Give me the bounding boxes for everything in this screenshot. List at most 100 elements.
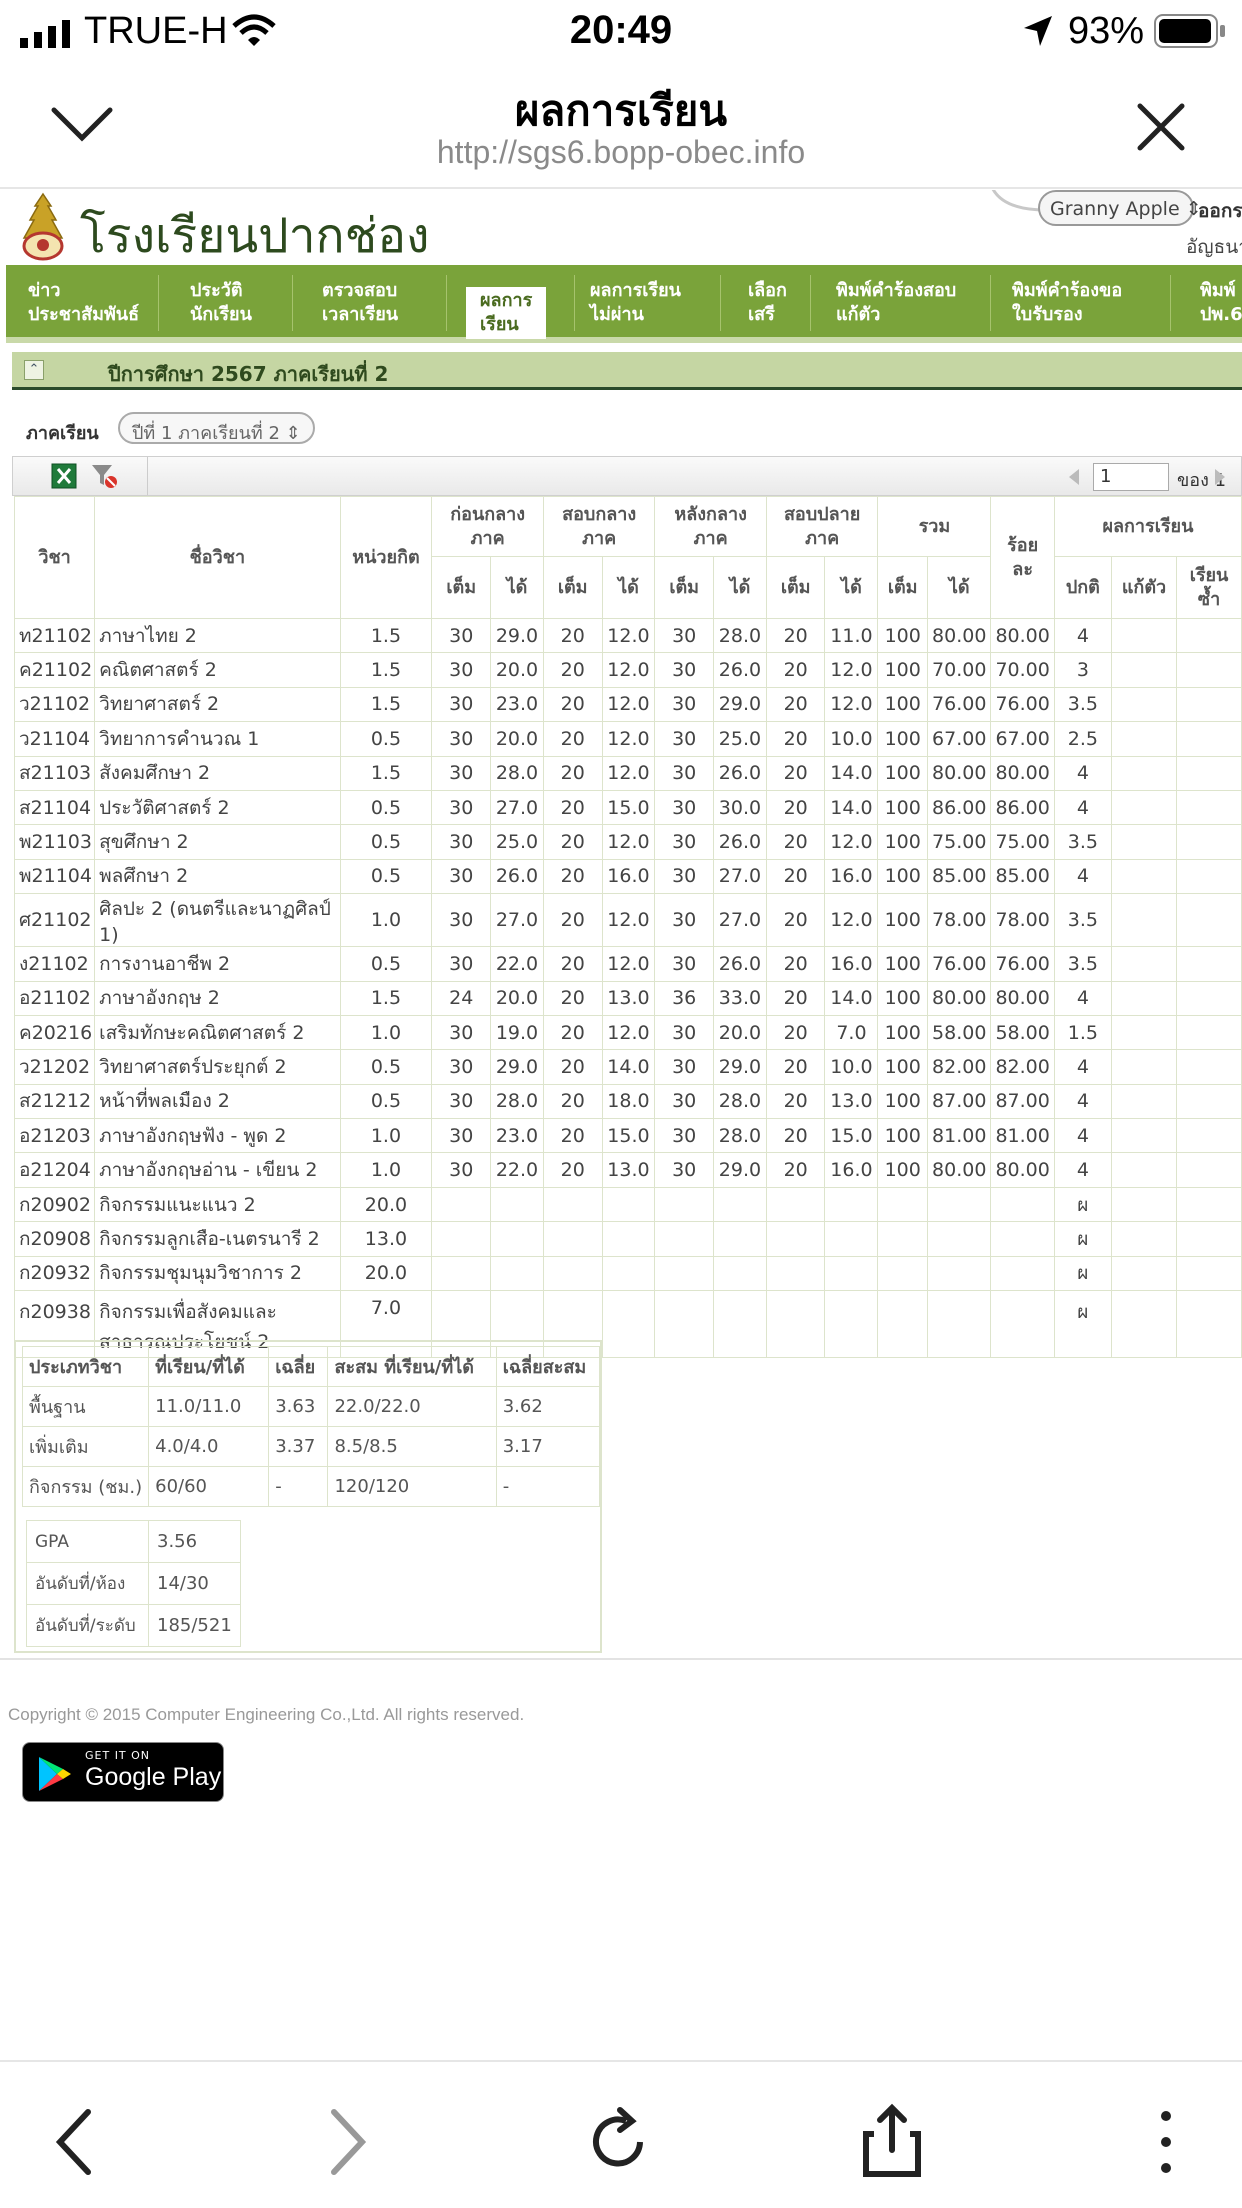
grade-cell: 4 <box>1053 858 1112 895</box>
grade-row: ท21102 ภาษาไทย 2 1.5 30 29.0 20 12.0 30 28.0 20 11… <box>13 617 1242 654</box>
next-page-icon[interactable] <box>1213 467 1227 487</box>
grade-cell: 30 <box>431 1014 492 1051</box>
subject-code: ง21102 <box>13 946 96 982</box>
grade-cell: 4 <box>1053 1118 1112 1154</box>
empty-cell <box>1110 721 1178 757</box>
nav-item-elective[interactable]: เลือก เสรี <box>748 279 787 327</box>
grade-cell: 30 <box>654 617 714 654</box>
subject-name: วิทยาศาสตร์ 2 <box>94 686 341 723</box>
nav-item-print-pp6[interactable]: พิมพ์ ปพ.6 <box>1200 279 1242 327</box>
grade-cell: 25.0 <box>490 824 544 860</box>
location-arrow-icon <box>1024 16 1052 46</box>
grade-cell: 70.00 <box>990 652 1055 688</box>
grade-cell: 20.0 <box>490 721 544 757</box>
clear-filter-icon[interactable] <box>89 461 119 491</box>
more-menu-icon[interactable] <box>1126 2102 1206 2182</box>
gpa-value: 3.56 <box>148 1520 241 1563</box>
grade-cell <box>877 1186 929 1223</box>
grade-cell: 86.00 <box>927 789 992 826</box>
summary-value: 22.0/22.0 <box>327 1386 497 1427</box>
content-divider <box>0 1658 1242 1660</box>
grade-cell: 75.00 <box>990 824 1055 860</box>
gpa-label: GPA <box>26 1520 149 1563</box>
grade-cell: 29.0 <box>713 1152 767 1188</box>
grade-cell: 11.0 <box>824 617 879 654</box>
subject-name: ภาษาอังกฤษอ่าน - เขียน 2 <box>94 1152 341 1188</box>
google-play-badge[interactable]: GET IT ON Google Play <box>22 1742 224 1802</box>
empty-cell <box>1110 1152 1178 1188</box>
page-number-input[interactable]: 1 <box>1093 463 1169 491</box>
nav-item-attendance[interactable]: ตรวจสอบ เวลาเรียน <box>322 279 398 327</box>
grade-cell: 100 <box>877 858 929 895</box>
nav-item-news[interactable]: ข่าว ประชาสัมพันธ์ <box>28 279 139 327</box>
empty-cell <box>1176 1221 1242 1257</box>
grade-cell <box>490 1221 544 1257</box>
summary-value: - <box>495 1466 601 1507</box>
nav-item-print-retest[interactable]: พิมพ์คำร้องสอบ แก้ตัว <box>836 279 956 327</box>
nav-item-failed[interactable]: ผลการเรียน ไม่ผ่าน <box>590 279 681 327</box>
empty-cell <box>1176 1118 1242 1154</box>
grade-cell: 4 <box>1053 789 1112 826</box>
summary-header: ที่เรียน/ที่ได้ <box>148 1346 270 1387</box>
battery-percent: 93% <box>1068 10 1145 52</box>
grade-cell: 80.00 <box>990 1152 1055 1188</box>
grade-cell: 30 <box>431 1118 492 1154</box>
grade-cell <box>431 1255 492 1292</box>
close-icon[interactable] <box>1136 102 1186 152</box>
nav-item-grades[interactable]: ผลการ เรียน <box>466 287 547 339</box>
logout-link[interactable]: ออกร <box>1198 196 1242 226</box>
excel-export-icon[interactable] <box>49 461 79 491</box>
grid-toolbar: 1 ของ 1 <box>12 456 1242 496</box>
summary-value: 3.63 <box>268 1386 329 1427</box>
academic-year-label: ปีการศึกษา 2567 ภาคเรียนที่ 2 <box>108 362 389 386</box>
grade-cell: 0.5 <box>339 858 433 895</box>
term-select[interactable]: ปีที่ 1 ภาคเรียนที่ 2 ⇕ <box>118 412 315 444</box>
nav-divider <box>446 275 447 331</box>
grade-row: ว21104 วิทยาการคำนวณ 1 0.5 30 20.0 20 12.0 30 25… <box>13 721 1242 757</box>
forward-icon[interactable] <box>306 2102 386 2182</box>
share-icon[interactable] <box>852 2102 932 2182</box>
grade-cell: 1.0 <box>339 893 433 948</box>
empty-cell <box>1176 1083 1242 1120</box>
user-select[interactable]: Granny Apple ⇕ <box>1038 190 1202 226</box>
browser-bottom-bar <box>0 2060 1242 2208</box>
back-icon[interactable] <box>36 2102 116 2182</box>
prev-page-icon[interactable] <box>1067 467 1081 487</box>
grade-cell: 100 <box>877 721 929 757</box>
grade-cell: 13.0 <box>601 980 656 1016</box>
grade-cell: 20 <box>542 1152 603 1188</box>
grade-row: ส21103 สังคมศึกษา 2 1.5 30 28.0 20 12.0 30 26.0 2… <box>13 755 1242 791</box>
subject-code: อ21102 <box>13 980 96 1016</box>
grade-cell: 10.0 <box>824 1049 879 1085</box>
grade-cell: 82.00 <box>990 1049 1055 1085</box>
subject-name: ภาษาไทย 2 <box>94 617 341 654</box>
grade-cell: 100 <box>877 1049 929 1085</box>
grade-cell <box>765 1290 826 1359</box>
grade-cell <box>877 1255 929 1292</box>
subject-name: ภาษาอังกฤษฟัง - พูด 2 <box>94 1118 341 1154</box>
term-label: ภาคเรียน <box>26 423 99 444</box>
grade-cell: 29.0 <box>713 686 767 723</box>
grade-cell: 87.00 <box>990 1083 1055 1120</box>
grade-cell: 27.0 <box>713 858 767 895</box>
reload-icon[interactable] <box>580 2102 660 2182</box>
grade-cell: 0.5 <box>339 1049 433 1085</box>
subject-name: กิจกรรมชุมนุมวิชาการ 2 <box>94 1255 341 1292</box>
grade-cell: 12.0 <box>601 721 656 757</box>
grade-cell <box>654 1290 714 1359</box>
col-header-result: ผลการเรียน <box>1053 496 1242 557</box>
grade-row: พ21104 พลศึกษา 2 0.5 30 26.0 20 16.0 30 27.0 20 16… <box>13 858 1242 895</box>
grade-cell: 30 <box>654 1049 714 1085</box>
col-header-got: ได้ <box>601 556 656 619</box>
nav-item-profile[interactable]: ประวัติ นักเรียน <box>190 279 252 327</box>
grade-cell: 30 <box>431 652 492 688</box>
grade-cell: 20.0 <box>713 1014 767 1051</box>
grade-row: พ21103 สุขศึกษา 2 0.5 30 25.0 20 12.0 30 26.0 20 1… <box>13 824 1242 860</box>
nav-item-print-cert[interactable]: พิมพ์คำร้องขอ ใบรับรอง <box>1012 279 1122 327</box>
grade-cell: 4 <box>1053 617 1112 654</box>
grade-cell: 30 <box>431 1083 492 1120</box>
summary-row: เพิ่มเติม 4.0/4.0 3.37 8.5/8.5 3.17 <box>21 1426 601 1467</box>
collapse-icon[interactable]: ⌃ <box>24 360 44 380</box>
subject-name: กิจกรรมแนะแนว 2 <box>94 1186 341 1223</box>
grade-cell: 4 <box>1053 1049 1112 1085</box>
